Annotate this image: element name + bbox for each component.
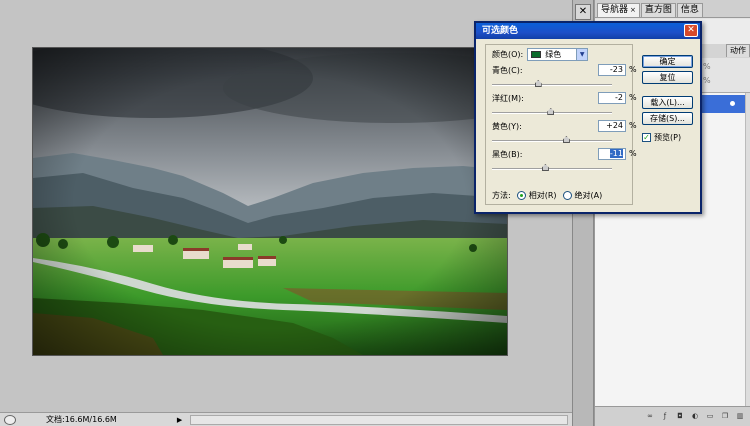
preview-label[interactable]: 预览(P)	[654, 132, 681, 143]
tab-navigator-label: 导航器	[601, 5, 629, 15]
status-menu-arrow-icon[interactable]: ▶	[177, 416, 182, 424]
group-icon[interactable]: ▭	[705, 412, 715, 421]
document-image[interactable]	[33, 48, 507, 355]
cyan-unit: %	[629, 65, 637, 74]
relative-radio[interactable]	[516, 191, 526, 200]
tab-histogram[interactable]: 直方图	[640, 3, 676, 17]
magenta-slider-row: 洋红(M): -2 %	[492, 92, 637, 120]
close-icon[interactable]: ×	[630, 6, 636, 14]
fill-percent[interactable]: %	[703, 76, 711, 85]
visibility-icon[interactable]	[730, 101, 735, 106]
tab-info-label: 信息	[680, 5, 699, 15]
preview-row: ✓ 预览(P)	[642, 132, 681, 143]
landscape-photo	[33, 48, 507, 355]
chevron-down-icon[interactable]: ▼	[576, 49, 588, 60]
navigator-tab-bar: 导航器 × 直方图 信息	[595, 0, 750, 18]
black-value-selected: -11	[609, 149, 623, 158]
preview-checkbox[interactable]: ✓	[642, 133, 651, 142]
method-label: 方法:	[492, 191, 511, 200]
magenta-value-input[interactable]: -2	[598, 92, 626, 104]
tab-navigator[interactable]: 导航器 ×	[597, 3, 640, 17]
yellow-label: 黄色(Y):	[492, 122, 522, 131]
cyan-slider-track[interactable]	[492, 84, 612, 86]
zoom-icon[interactable]	[4, 414, 16, 425]
cyan-slider-thumb[interactable]	[534, 80, 542, 87]
black-unit: %	[629, 149, 637, 158]
adjustment-icon[interactable]: ◐	[690, 412, 700, 421]
reset-button[interactable]: 复位	[642, 71, 693, 84]
tab-actions[interactable]: 动作	[726, 44, 750, 57]
dialog-titlebar[interactable]: 可选颜色 ✕	[476, 23, 700, 39]
doc-size-info: 文档:16.6M/16.6M	[46, 415, 117, 424]
layers-scrollbar[interactable]	[745, 93, 750, 407]
load-button[interactable]: 载入(L)...	[642, 96, 693, 109]
black-label: 黑色(B):	[492, 150, 523, 159]
colors-select-value: 绿色	[545, 50, 562, 59]
close-button[interactable]: ✕	[684, 24, 698, 37]
relative-radio-label[interactable]: 相对(R)	[529, 190, 557, 201]
tab-histogram-label: 直方图	[644, 5, 672, 15]
close-icon: ✕	[687, 25, 695, 35]
yellow-slider-track[interactable]	[492, 140, 612, 142]
yellow-unit: %	[629, 121, 637, 130]
magenta-unit: %	[629, 93, 637, 102]
tab-actions-label: 动作	[730, 46, 746, 55]
cyan-value-input[interactable]: -23	[598, 64, 626, 76]
magenta-slider-thumb[interactable]	[547, 108, 555, 115]
status-bar: 文档:16.6M/16.6M ▶	[0, 412, 572, 426]
colors-row: 颜色(O): 绿色 ▼	[492, 48, 589, 61]
colors-label: 颜色(O):	[492, 50, 524, 59]
black-value-input[interactable]: -11	[598, 148, 626, 160]
link-icon[interactable]: ∞	[645, 412, 655, 421]
save-button[interactable]: 存储(S)...	[642, 112, 693, 125]
ok-button[interactable]: 确定	[642, 55, 693, 68]
black-slider-track[interactable]	[492, 168, 612, 170]
magenta-label: 洋红(M):	[492, 94, 524, 103]
absolute-radio[interactable]	[562, 191, 572, 200]
selected-layer-row[interactable]	[695, 95, 750, 113]
colors-select[interactable]: 绿色 ▼	[527, 48, 589, 61]
yellow-value-input[interactable]: +24	[598, 120, 626, 132]
selective-color-dialog: 可选颜色 ✕ 颜色(O): 绿色 ▼ 青色(C): -23 % 洋红(M): -…	[474, 21, 702, 214]
mask-icon[interactable]: ◘	[675, 412, 685, 421]
opacity-percent[interactable]: %	[703, 62, 711, 71]
color-adjust-group: 颜色(O): 绿色 ▼ 青色(C): -23 % 洋红(M): -2 % 黄色(…	[485, 44, 637, 205]
fx-icon[interactable]: ƒ	[660, 412, 670, 421]
yellow-slider-thumb[interactable]	[562, 136, 570, 143]
cyan-label: 青色(C):	[492, 66, 523, 75]
dialog-title: 可选颜色	[482, 26, 519, 36]
tools-icon[interactable]: ✕	[575, 4, 591, 20]
layers-footer: ∞ ƒ ◘ ◐ ▭ ❐ ▥	[595, 406, 750, 426]
method-row: 方法: 相对(R) 绝对(A)	[492, 190, 602, 201]
trash-icon[interactable]: ▥	[735, 412, 745, 421]
horizontal-scrollbar[interactable]	[190, 414, 568, 425]
absolute-radio-label[interactable]: 绝对(A)	[575, 190, 603, 201]
new-layer-icon[interactable]: ❐	[720, 412, 730, 421]
yellow-slider-row: 黄色(Y): +24 %	[492, 120, 637, 148]
cyan-slider-row: 青色(C): -23 %	[492, 64, 637, 92]
black-slider-row: 黑色(B): -11 %	[492, 148, 637, 176]
tab-info[interactable]: 信息	[676, 3, 703, 17]
color-swatch	[531, 51, 542, 58]
black-slider-thumb[interactable]	[541, 164, 549, 171]
